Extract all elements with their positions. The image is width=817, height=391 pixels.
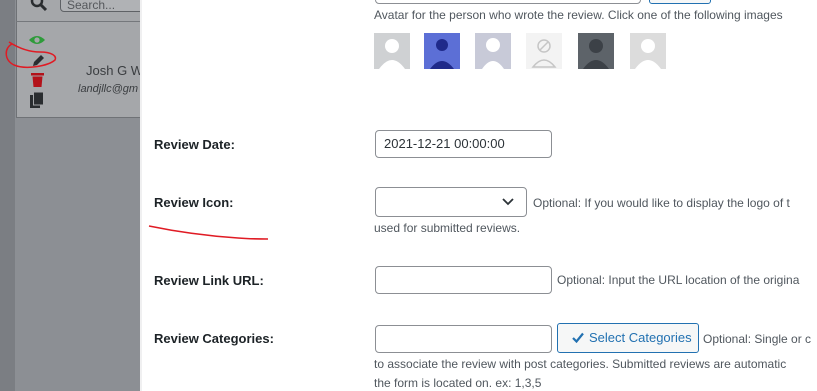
review-link-url-help: Optional: Input the URL location of the … xyxy=(557,273,800,287)
review-categories-help-line1: Optional: Single or c xyxy=(703,332,812,346)
review-categories-help-line3: the form is located on. ex: 1,3,5 xyxy=(374,376,542,390)
review-categories-help-line2: to associate the review with post catego… xyxy=(374,357,787,371)
checkmark-icon xyxy=(572,332,584,343)
avatar-option-4[interactable] xyxy=(526,33,562,69)
review-author-name: Josh G W xyxy=(86,63,140,78)
review-link-url-input[interactable] xyxy=(375,266,552,294)
chevron-down-icon xyxy=(502,198,514,206)
copy-icon[interactable] xyxy=(30,92,44,108)
search-icon xyxy=(30,0,48,12)
review-date-input[interactable]: 2021-12-21 00:00:00 xyxy=(375,130,552,158)
avatar-url-input[interactable] xyxy=(375,0,641,4)
search-input[interactable]: Search... xyxy=(60,0,140,12)
review-link-url-label: Review Link URL: xyxy=(154,273,264,288)
trash-icon[interactable] xyxy=(31,73,44,87)
annotation-underline xyxy=(148,225,269,240)
review-categories-input[interactable] xyxy=(375,325,552,353)
review-icon-help-line2: used for submitted reviews. xyxy=(374,221,521,235)
annotation-circle xyxy=(5,41,57,68)
review-icon-label: Review Icon: xyxy=(154,195,234,210)
avatar-option-2[interactable] xyxy=(424,33,460,69)
review-categories-label: Review Categories: xyxy=(154,331,274,346)
avatar-option-3[interactable] xyxy=(475,33,511,69)
review-date-label: Review Date: xyxy=(154,137,235,152)
review-icon-help-line1: Optional: If you would like to display t… xyxy=(533,196,790,210)
edit-review-modal: Avatar for the person who wrote the revi… xyxy=(142,0,817,391)
review-author-email: landjllc@gm xyxy=(78,83,139,95)
select-categories-label: Select Categories xyxy=(589,330,692,345)
avatar-option-6[interactable] xyxy=(630,33,666,69)
avatar-upload-button[interactable] xyxy=(649,0,711,4)
select-categories-button[interactable]: Select Categories xyxy=(557,323,699,353)
review-icon-select[interactable] xyxy=(375,187,527,217)
avatar-option-5[interactable] xyxy=(578,33,614,69)
avatar-option-1[interactable] xyxy=(374,33,410,69)
avatar-help-text: Avatar for the person who wrote the revi… xyxy=(374,8,783,22)
